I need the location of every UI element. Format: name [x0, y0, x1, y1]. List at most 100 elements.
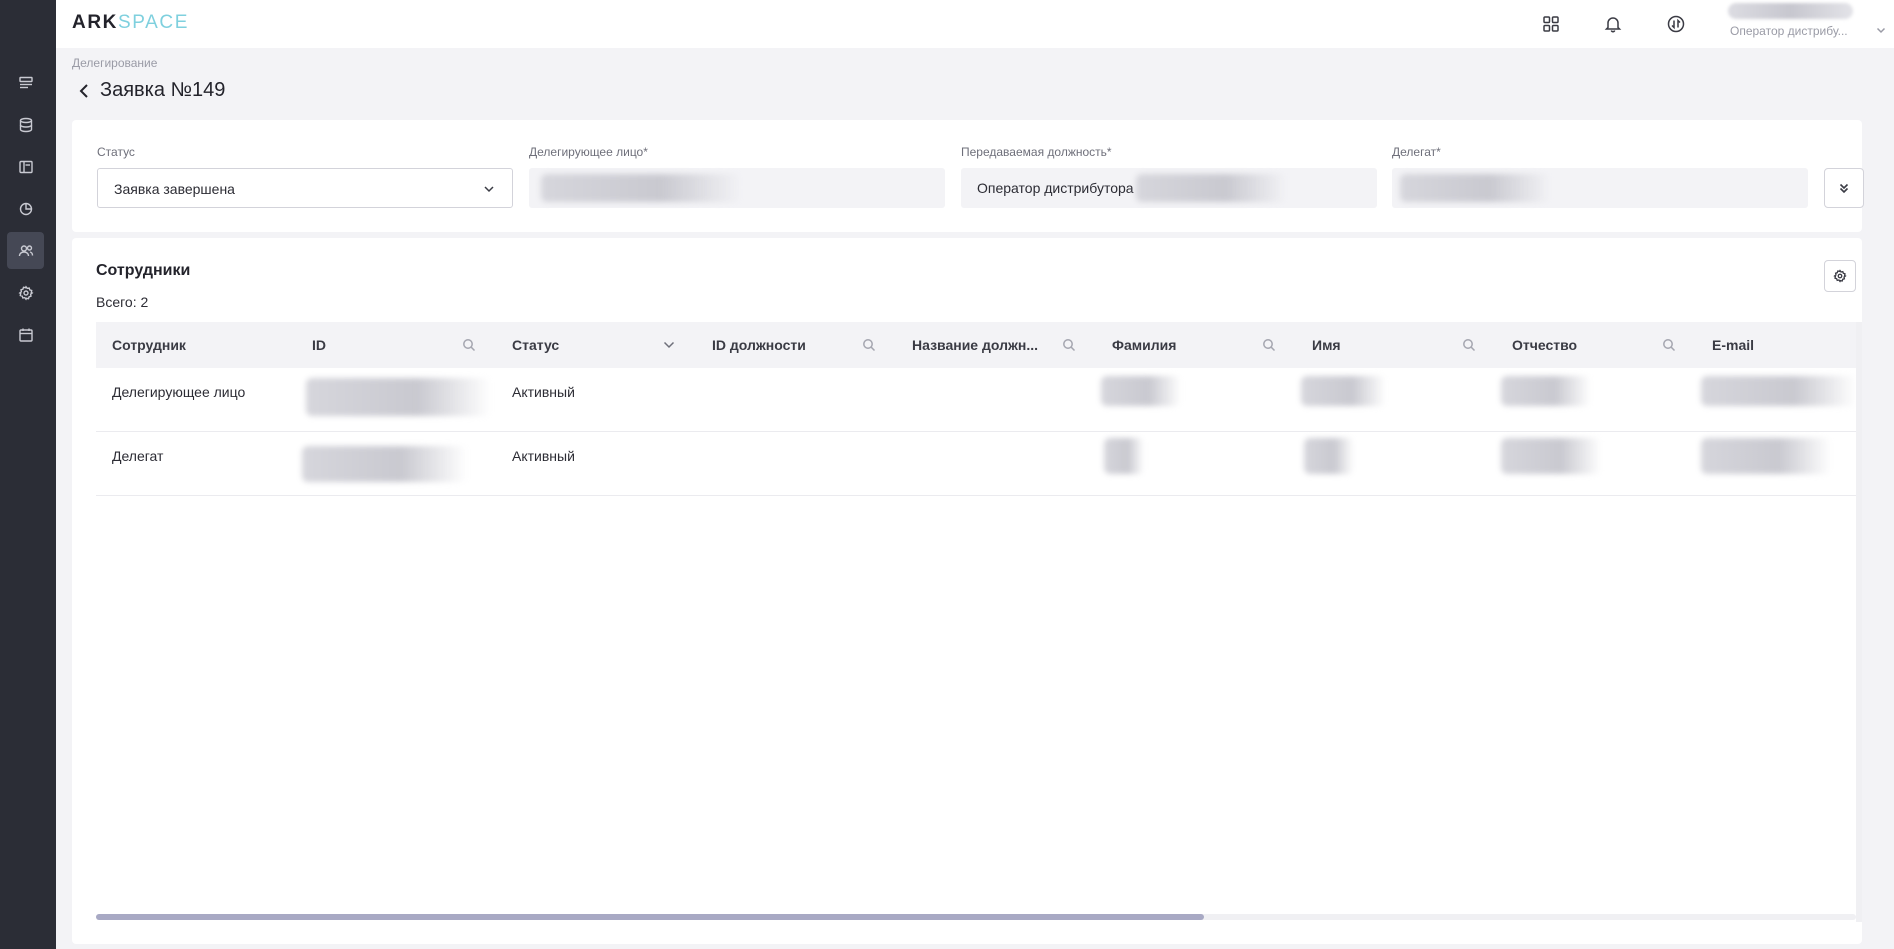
- position-field: Оператор дистрибутора: [961, 168, 1377, 208]
- page-title: Заявка №149: [100, 79, 226, 101]
- employees-table: Сотрудник ID Статус ID должности Названи…: [96, 322, 1856, 496]
- sidebar-item-calendar[interactable]: [7, 316, 44, 353]
- status-value: Заявка завершена: [114, 181, 235, 197]
- delegator-label: Делегирующее лицо*: [529, 145, 648, 159]
- switch-role-button[interactable]: [1662, 10, 1690, 38]
- double-chevron-down-icon: [1839, 183, 1849, 194]
- chevron-down-icon: [482, 182, 496, 196]
- sidebar-item-reports[interactable]: [7, 190, 44, 227]
- calendar-icon: [18, 328, 33, 342]
- column-label: Сотрудник: [112, 337, 186, 353]
- list-icon: [18, 76, 33, 88]
- cell-employee: Делегат: [96, 432, 296, 496]
- table-row[interactable]: Делегат Активный: [96, 432, 1856, 496]
- user-role: Оператор дистрибу...: [1730, 24, 1848, 38]
- column-header-last-name[interactable]: Фамилия: [1096, 322, 1296, 368]
- column-header-employee[interactable]: Сотрудник: [96, 322, 296, 368]
- column-header-id[interactable]: ID: [296, 322, 496, 368]
- sidebar: [0, 0, 56, 949]
- redacted-middle-name: [1501, 438, 1601, 474]
- position-value: Оператор дистрибутора: [977, 180, 1134, 196]
- column-label: Статус: [512, 337, 560, 353]
- redacted-id: [302, 446, 467, 482]
- sidebar-item-users[interactable]: [7, 232, 44, 269]
- employees-card: Сотрудники Всего: 2 Сотрудник ID Статус …: [72, 238, 1862, 944]
- cell-status: Активный: [496, 368, 696, 432]
- back-button[interactable]: [74, 80, 94, 102]
- column-header-position-name[interactable]: Название должн...: [896, 322, 1096, 368]
- request-details-card: Статус Заявка завершена Делегирующее лиц…: [72, 120, 1864, 232]
- database-icon: [19, 117, 32, 132]
- bell-icon: [1604, 17, 1622, 33]
- column-label: Имя: [1312, 337, 1341, 353]
- redacted-email: [1701, 438, 1831, 474]
- sidebar-item-database[interactable]: [7, 106, 44, 143]
- logo-ark-text: ARK: [72, 12, 118, 33]
- grid-icon: [1543, 16, 1559, 32]
- search-icon[interactable]: [1062, 338, 1076, 352]
- table-settings-button[interactable]: [1824, 260, 1856, 292]
- redacted-middle-name: [1501, 376, 1591, 406]
- redacted-position-detail: [1136, 174, 1286, 202]
- column-label: Название должн...: [912, 337, 1039, 353]
- expand-button[interactable]: [1824, 168, 1864, 208]
- notifications-button[interactable]: [1599, 10, 1627, 38]
- column-header-status[interactable]: Статус: [496, 322, 696, 368]
- horizontal-scrollbar[interactable]: [96, 914, 1856, 920]
- redacted-last-name: [1104, 438, 1144, 474]
- chevron-down-icon[interactable]: [662, 338, 676, 352]
- redacted-email: [1701, 376, 1856, 406]
- pie-chart-icon: [19, 202, 32, 215]
- logo-space-text: SPACE: [117, 12, 189, 33]
- layout-icon: [18, 160, 33, 173]
- table-row[interactable]: Делегирующее лицо Активный: [96, 368, 1856, 432]
- sidebar-item-layout[interactable]: [7, 148, 44, 185]
- search-icon[interactable]: [1662, 338, 1676, 352]
- column-header-first-name[interactable]: Имя: [1296, 322, 1496, 368]
- sidebar-item-list[interactable]: [7, 64, 44, 101]
- column-label: Фамилия: [1112, 337, 1177, 353]
- status-label: Статус: [97, 145, 135, 159]
- user-name-redacted: [1728, 3, 1853, 19]
- cell-text: Делегирующее лицо: [112, 384, 246, 400]
- breadcrumb[interactable]: Делегирование: [72, 56, 157, 70]
- scrollbar-thumb[interactable]: [96, 914, 1204, 920]
- cell-text: Активный: [512, 448, 575, 464]
- user-menu[interactable]: Оператор дистрибу...: [1728, 2, 1888, 44]
- employees-title: Сотрудники: [96, 262, 191, 279]
- employees-total: Всего: 2: [96, 294, 149, 310]
- column-header-position-id[interactable]: ID должности: [696, 322, 896, 368]
- vertical-scroll-track[interactable]: [1856, 322, 1862, 922]
- search-icon[interactable]: [862, 338, 876, 352]
- chevron-down-icon: [1875, 23, 1887, 35]
- cell-status: Активный: [496, 432, 696, 496]
- table-header: Сотрудник ID Статус ID должности Названи…: [96, 322, 1856, 368]
- app-logo[interactable]: ARKSPACE: [72, 12, 189, 34]
- delegator-field: [529, 168, 945, 208]
- column-label: E-mail: [1712, 337, 1755, 353]
- column-label: Отчество: [1512, 337, 1578, 353]
- column-label: ID: [312, 337, 326, 353]
- redacted-delegator: [541, 174, 741, 202]
- swap-icon: [1667, 15, 1685, 33]
- column-header-middle-name[interactable]: Отчество: [1496, 322, 1696, 368]
- delegate-field: [1392, 168, 1808, 208]
- gear-icon: [1833, 269, 1847, 283]
- redacted-delegate: [1400, 174, 1550, 202]
- status-select[interactable]: Заявка завершена: [97, 168, 513, 208]
- column-label: ID должности: [712, 337, 806, 353]
- search-icon[interactable]: [462, 338, 476, 352]
- chevron-left-icon: [79, 84, 88, 98]
- column-header-email[interactable]: E-mail: [1696, 322, 1856, 368]
- redacted-id: [306, 378, 491, 416]
- apps-grid-button[interactable]: [1537, 10, 1565, 38]
- position-label: Передаваемая должность*: [961, 145, 1112, 159]
- cell-text: Делегат: [112, 448, 164, 464]
- search-icon[interactable]: [1262, 338, 1276, 352]
- top-bar: ARKSPACE Оператор дистрибу...: [56, 0, 1894, 48]
- redacted-first-name: [1304, 438, 1354, 474]
- redacted-last-name: [1101, 376, 1181, 406]
- search-icon[interactable]: [1462, 338, 1476, 352]
- cell-employee: Делегирующее лицо: [96, 368, 296, 432]
- sidebar-item-settings[interactable]: [7, 274, 44, 311]
